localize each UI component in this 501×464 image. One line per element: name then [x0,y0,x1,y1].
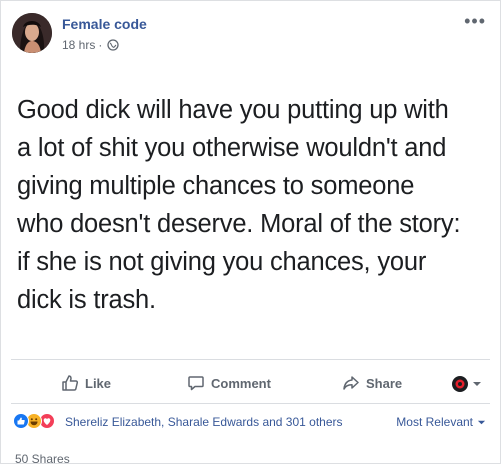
avatar[interactable] [12,13,52,53]
caret-down-icon [477,420,486,424]
like-button[interactable]: Like [61,367,111,399]
comment-label: Comment [211,375,271,391]
meta-separator: · [98,38,103,52]
share-count[interactable]: 50 Shares [15,452,70,464]
caret-down-icon [473,382,481,386]
reaction-icons[interactable] [13,413,55,429]
divider [11,403,490,404]
post-text-line: if she is not giving you chances, your [17,248,427,276]
like-reaction-icon [13,413,29,429]
post-card: Female code 18 hrs · ••• Good dick will … [0,0,501,464]
like-label: Like [85,375,112,391]
avatar-image [12,13,52,53]
like-icon [62,375,79,391]
sort-label: Most Relevant [396,415,473,429]
post-meta: 18 hrs · [62,38,120,52]
comment-icon [188,376,204,391]
share-button[interactable]: Share [342,367,402,399]
more-icon[interactable]: ••• [464,11,486,32]
post-text-line: Good dick will have you putting up with [17,96,449,124]
comment-button[interactable]: Comment [187,367,271,399]
post-text-line: dick is trash. [17,286,156,314]
author-name[interactable]: Female code [62,16,147,32]
reaction-names[interactable]: Shereliz Elizabeth, Sharale Edwards and … [65,415,343,429]
action-bar: Like Comment Share [1,367,501,399]
divider [11,359,490,360]
share-icon [343,376,359,390]
share-label: Share [366,375,403,391]
audience-icon [452,376,468,392]
globe-icon [107,39,120,51]
post-text: Good dick will have you putting up with … [17,91,492,319]
post-time[interactable]: 18 hrs [62,38,95,52]
post-text-line: a lot of shit you otherwise wouldn't and [17,134,447,162]
post-text-line: who doesn't deserve. Moral of the story: [17,210,461,238]
sort-comments-button[interactable]: Most Relevant [396,415,486,429]
audience-selector[interactable] [451,375,482,393]
post-text-line: giving multiple chances to someone [17,172,415,200]
